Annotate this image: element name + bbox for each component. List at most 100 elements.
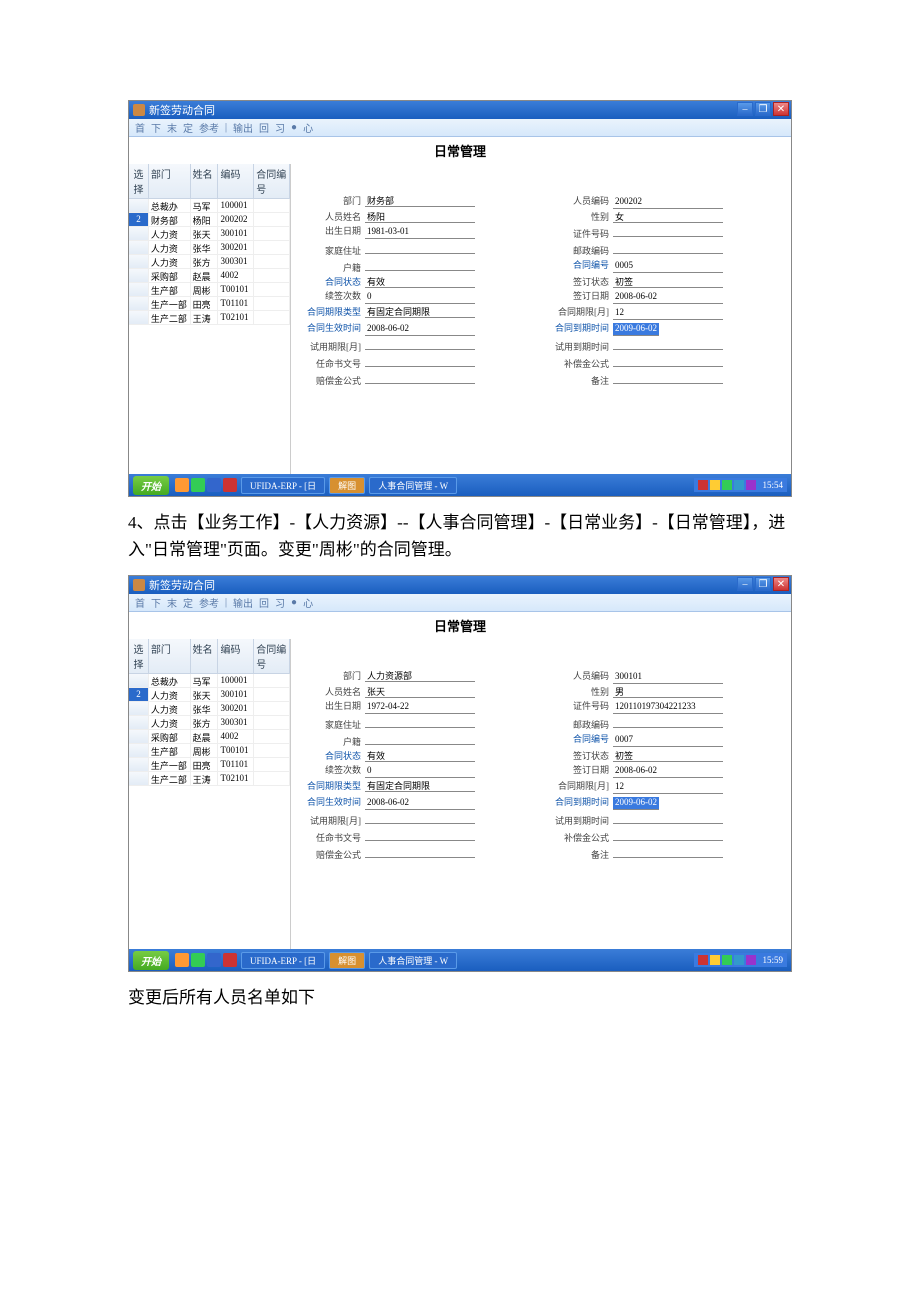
field-value[interactable] [613,845,723,858]
titlebar[interactable]: 新签劳动合同 – ❐ ✕ [129,101,791,119]
toolbar-btn[interactable]: 定 [183,120,193,135]
grid-row[interactable]: 人力资张方300301 [129,255,290,269]
grid-row[interactable]: 生产部周彬T00101 [129,283,290,297]
col-header[interactable]: 合同编号 [254,164,290,198]
field-value[interactable] [613,828,723,841]
col-header[interactable]: 编码 [218,164,254,198]
task-2[interactable]: 人事合同管理 - W [369,477,457,494]
toolbar-btn[interactable]: 参考 [199,120,219,135]
field-value[interactable]: 人力资源部 [365,669,475,682]
field-value[interactable]: 财务部 [365,194,475,207]
maximize-button[interactable]: ❐ [755,577,771,591]
toolbar-btn[interactable]: | [225,597,227,608]
field-value[interactable]: 0007 [613,734,723,747]
field-value[interactable]: 2008-06-02 [613,765,723,778]
field-value[interactable]: 2008-06-02 [365,797,475,810]
close-button[interactable]: ✕ [773,577,789,591]
grid-row[interactable]: 总裁办马军100001 [129,674,290,688]
field-value[interactable] [365,828,475,841]
field-value[interactable] [365,811,475,824]
task-erp[interactable]: UFIDA-ERP - [日 [241,952,325,969]
field-value[interactable]: 200202 [613,196,723,209]
field-value[interactable]: 2008-06-02 [365,323,475,336]
col-header[interactable]: 选择 [129,164,149,198]
grid-row[interactable]: 人力资张方300301 [129,716,290,730]
field-value[interactable]: 女 [613,210,723,223]
grid-row[interactable]: 生产二部王涛T02101 [129,772,290,786]
ql-icon[interactable] [207,953,221,967]
field-value[interactable]: 有固定合同期限 [365,779,475,792]
tray-icon[interactable] [722,955,732,965]
grid-row[interactable]: 人力资张华300201 [129,241,290,255]
field-value[interactable]: 1981-03-01 [365,226,475,239]
tray-icon[interactable] [746,955,756,965]
toolbar-btn[interactable]: 习 [275,120,285,135]
task-1[interactable]: 解图 [329,952,365,969]
field-value[interactable] [613,371,723,384]
grid-row[interactable]: 2人力资张天300101 [129,688,290,702]
toolbar-btn[interactable]: 回 [259,595,269,610]
tray-icon[interactable] [734,955,744,965]
grid-row[interactable]: 采购部赵晨4002 [129,269,290,283]
grid-row[interactable]: 人力资张华300201 [129,702,290,716]
toolbar-btn[interactable]: 心 [303,595,313,610]
toolbar-btn[interactable]: 末 [167,595,177,610]
grid-row[interactable]: 生产部周彬T00101 [129,744,290,758]
ql-icon[interactable] [175,478,189,492]
field-value[interactable] [613,811,723,824]
toolbar-btn[interactable]: 定 [183,595,193,610]
toolbar-btn[interactable]: 末 [167,120,177,135]
tray-icon[interactable] [710,480,720,490]
col-header[interactable]: 姓名 [191,639,219,673]
col-header[interactable]: 编码 [218,639,254,673]
field-value[interactable] [365,732,475,745]
toolbar-btn[interactable]: 输出 [233,120,253,135]
col-header[interactable]: 合同编号 [254,639,290,673]
col-header[interactable]: 姓名 [191,164,219,198]
field-value[interactable] [613,715,723,728]
grid-row[interactable]: 总裁办马军100001 [129,199,290,213]
tray-icon[interactable] [698,955,708,965]
ql-icon[interactable] [207,478,221,492]
tray-icon[interactable] [698,480,708,490]
col-header[interactable]: 部门 [149,164,191,198]
start-button[interactable]: 开始 [133,476,169,495]
grid-row[interactable]: 人力资张天300101 [129,227,290,241]
titlebar[interactable]: 新签劳动合同 – ❐ ✕ [129,576,791,594]
field-value[interactable]: 120110197304221233 [613,701,723,714]
maximize-button[interactable]: ❐ [755,102,771,116]
field-value[interactable] [365,241,475,254]
toolbar-btn[interactable]: 下 [151,595,161,610]
toolbar-btn[interactable]: 首 [135,120,145,135]
field-value[interactable]: 初签 [613,749,723,762]
tray-icon[interactable] [722,480,732,490]
toolbar-btn[interactable]: 输出 [233,595,253,610]
ql-icon[interactable] [191,953,205,967]
field-value[interactable]: 杨阳 [365,210,475,223]
field-value[interactable] [613,354,723,367]
col-header[interactable]: 选择 [129,639,149,673]
toolbar-btn[interactable]: ● [291,597,297,608]
field-value[interactable] [365,845,475,858]
field-value[interactable]: 2009-06-02 [613,323,659,336]
grid-row[interactable]: 2财务部杨阳200202 [129,213,290,227]
task-erp[interactable]: UFIDA-ERP - [日 [241,477,325,494]
field-value[interactable]: 0 [365,765,475,778]
field-value[interactable]: 300101 [613,671,723,684]
field-value[interactable]: 12 [613,307,723,320]
field-value[interactable] [365,371,475,384]
grid-row[interactable]: 采购部赵晨4002 [129,730,290,744]
toolbar-btn[interactable]: 心 [303,120,313,135]
field-value[interactable]: 有固定合同期限 [365,305,475,318]
tray-icon[interactable] [746,480,756,490]
ql-icon[interactable] [191,478,205,492]
col-header[interactable]: 部门 [149,639,191,673]
field-value[interactable]: 男 [613,685,723,698]
field-value[interactable]: 1972-04-22 [365,701,475,714]
ql-icon[interactable] [223,953,237,967]
field-value[interactable] [613,241,723,254]
task-1[interactable]: 解图 [329,477,365,494]
field-value[interactable]: 有效 [365,275,475,288]
minimize-button[interactable]: – [737,577,753,591]
field-value[interactable] [365,337,475,350]
